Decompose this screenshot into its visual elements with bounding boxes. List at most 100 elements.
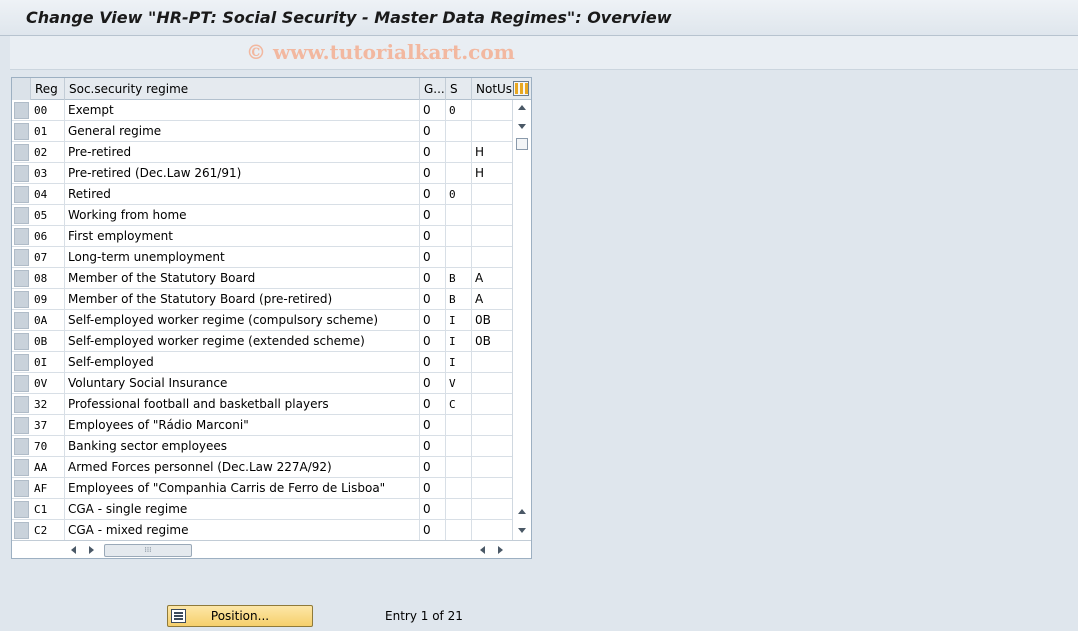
cell-description: Self-employed worker regime (compulsory … xyxy=(65,310,420,331)
cell-reg: 70 xyxy=(31,436,65,457)
row-selector[interactable] xyxy=(14,459,29,476)
row-selector[interactable] xyxy=(14,501,29,518)
row-selector[interactable] xyxy=(14,291,29,308)
cell-notus xyxy=(472,352,512,373)
cell-reg: AA xyxy=(31,457,65,478)
row-selector[interactable] xyxy=(14,354,29,371)
cell-g: 0 xyxy=(420,100,446,121)
column-header-g[interactable]: G... xyxy=(420,78,446,100)
column-header-description[interactable]: Soc.security regime xyxy=(65,78,420,100)
cell-s xyxy=(446,436,472,457)
scroll-right-icon-right-pane[interactable] xyxy=(498,546,503,554)
cell-g: 0 xyxy=(420,121,446,142)
column-header-notus[interactable]: NotUs xyxy=(472,78,512,100)
cell-s: B xyxy=(446,289,472,310)
table-row[interactable]: 02 Pre-retired 0 H xyxy=(12,142,512,163)
row-selector[interactable] xyxy=(14,144,29,161)
table-row[interactable]: 03 Pre-retired (Dec.Law 261/91) 0 H xyxy=(12,163,512,184)
table-row[interactable]: 08 Member of the Statutory Board 0 B A xyxy=(12,268,512,289)
table-row[interactable]: AA Armed Forces personnel (Dec.Law 227A/9… xyxy=(12,457,512,478)
scroll-left-icon-right-pane[interactable] xyxy=(480,546,485,554)
scroll-right-icon[interactable] xyxy=(89,546,94,554)
cell-description: CGA - single regime xyxy=(65,499,420,520)
position-icon xyxy=(171,609,186,623)
row-selector[interactable] xyxy=(14,312,29,329)
scroll-left-icon[interactable] xyxy=(71,546,76,554)
cell-description: Retired xyxy=(65,184,420,205)
cell-notus: A xyxy=(475,271,484,285)
row-selector[interactable] xyxy=(14,249,29,266)
column-header-s[interactable]: S xyxy=(446,78,472,100)
table-row[interactable]: 0A Self-employed worker regime (compulsor… xyxy=(12,310,512,331)
row-selector[interactable] xyxy=(14,333,29,350)
table-settings-icon[interactable] xyxy=(513,81,529,96)
cell-g: 0 xyxy=(420,520,446,541)
table-row[interactable]: 32 Professional football and basketball p… xyxy=(12,394,512,415)
table-row[interactable]: 0I Self-employed 0 I xyxy=(12,352,512,373)
cell-notus xyxy=(472,100,512,121)
column-header-reg[interactable]: Reg xyxy=(31,78,65,100)
table-row[interactable]: AF Employees of "Companhia Carris de Ferr… xyxy=(12,478,512,499)
scroll-up-icon[interactable] xyxy=(518,105,526,110)
row-selector[interactable] xyxy=(14,438,29,455)
table-row[interactable]: 37 Employees of "Rádio Marconi" 0 xyxy=(12,415,512,436)
row-selector[interactable] xyxy=(14,522,29,539)
cell-notus xyxy=(472,184,512,205)
row-selector[interactable] xyxy=(14,270,29,287)
table-row[interactable]: 06 First employment 0 xyxy=(12,226,512,247)
horizontal-scrollbar[interactable]: ⁞⁞⁞ xyxy=(12,540,531,558)
page-up-icon[interactable] xyxy=(518,509,526,514)
row-selector[interactable] xyxy=(14,375,29,392)
window-title: Change View "HR-PT: Social Security - Ma… xyxy=(26,8,672,27)
select-all-button[interactable] xyxy=(12,78,31,100)
cell-notus xyxy=(472,415,512,436)
table-row[interactable]: 07 Long-term unemployment 0 xyxy=(12,247,512,268)
row-selector[interactable] xyxy=(14,417,29,434)
table-row[interactable]: 70 Banking sector employees 0 xyxy=(12,436,512,457)
row-selector[interactable] xyxy=(14,165,29,182)
table-row[interactable]: 05 Working from home 0 xyxy=(12,205,512,226)
cell-s xyxy=(446,163,472,184)
cell-s xyxy=(446,478,472,499)
row-selector[interactable] xyxy=(14,123,29,140)
cell-s xyxy=(446,226,472,247)
cell-reg: 08 xyxy=(31,268,65,289)
row-selector[interactable] xyxy=(14,480,29,497)
cell-g: 0 xyxy=(420,394,446,415)
table-row[interactable]: 09 Member of the Statutory Board (pre-ret… xyxy=(12,289,512,310)
row-selector[interactable] xyxy=(14,186,29,203)
table-row[interactable]: 04 Retired 0 0 xyxy=(12,184,512,205)
cell-s xyxy=(446,520,472,541)
page-down-icon[interactable] xyxy=(518,528,526,533)
cell-reg: AF xyxy=(31,478,65,499)
table-row[interactable]: 0B Self-employed worker regime (extended … xyxy=(12,331,512,352)
table-row[interactable]: 0V Voluntary Social Insurance 0 V xyxy=(12,373,512,394)
cell-reg: 37 xyxy=(31,415,65,436)
table-row[interactable]: 01 General regime 0 xyxy=(12,121,512,142)
vertical-scroll-thumb[interactable] xyxy=(516,138,528,150)
row-selector[interactable] xyxy=(14,228,29,245)
horizontal-scroll-thumb[interactable]: ⁞⁞⁞ xyxy=(104,544,192,557)
cell-g: 0 xyxy=(420,499,446,520)
cell-description: Pre-retired (Dec.Law 261/91) xyxy=(65,163,420,184)
cell-notus: H xyxy=(475,145,485,159)
cell-description: Armed Forces personnel (Dec.Law 227A/92) xyxy=(65,457,420,478)
table-row[interactable]: C1 CGA - single regime 0 xyxy=(12,499,512,520)
cell-g: 0 xyxy=(420,310,446,331)
row-selector[interactable] xyxy=(14,396,29,413)
cell-g: 0 xyxy=(420,184,446,205)
row-selector[interactable] xyxy=(14,102,29,119)
table-row[interactable]: 00 Exempt 0 0 xyxy=(12,100,512,121)
cell-reg: 0I xyxy=(31,352,65,373)
cell-g: 0 xyxy=(420,415,446,436)
scroll-down-icon[interactable] xyxy=(518,124,526,129)
position-button[interactable]: Position... xyxy=(167,605,313,627)
table-row[interactable]: C2 CGA - mixed regime 0 xyxy=(12,520,512,541)
cell-g: 0 xyxy=(420,457,446,478)
cell-s xyxy=(446,415,472,436)
row-selector[interactable] xyxy=(14,207,29,224)
cell-g: 0 xyxy=(420,163,446,184)
vertical-scrollbar[interactable] xyxy=(512,100,531,540)
cell-g: 0 xyxy=(420,289,446,310)
cell-description: Voluntary Social Insurance xyxy=(65,373,420,394)
